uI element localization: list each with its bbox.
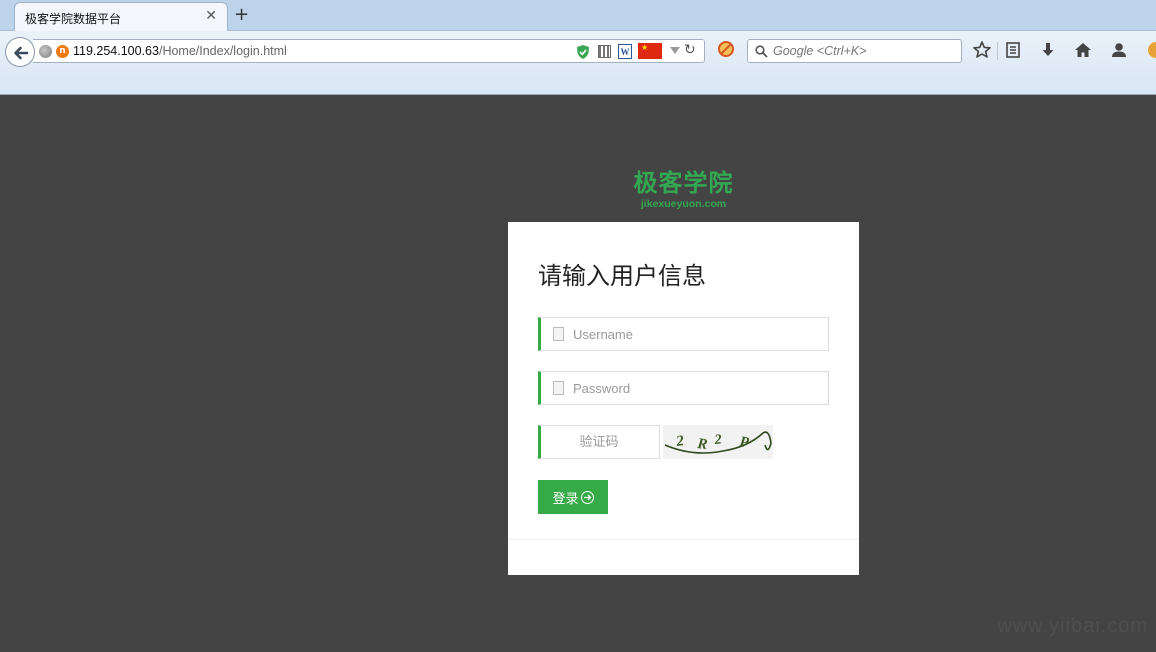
lock-field-icon [553, 381, 564, 395]
search-icon [755, 45, 768, 58]
shield-icon[interactable] [576, 44, 590, 64]
download-icon[interactable] [1038, 40, 1060, 62]
bookmark-star-icon[interactable] [972, 40, 994, 62]
arrow-right-circle-icon [580, 490, 594, 504]
nav-toolbar: n 119.254.100.63/Home/Index/login.html W… [0, 31, 1156, 95]
svg-text:R: R [696, 436, 709, 453]
url-bar[interactable]: n 119.254.100.63/Home/Index/login.html W… [33, 39, 705, 63]
reload-icon[interactable]: ↻ [684, 42, 696, 58]
site-icon: n [56, 45, 69, 58]
username-input[interactable] [573, 324, 818, 344]
user-field-icon [553, 327, 564, 341]
password-field[interactable] [538, 371, 829, 405]
url-host: 119.254.100.63 [73, 44, 159, 58]
panel-divider [508, 539, 859, 540]
svg-text:2: 2 [713, 432, 722, 448]
browser-tab[interactable]: 极客学院数据平台 ✕ [14, 2, 228, 32]
password-input[interactable] [573, 378, 818, 398]
tab-title: 极客学院数据平台 [25, 12, 122, 26]
logo-domain: jikexueyuon.com [640, 198, 727, 210]
logo-name: 极客学院 [633, 169, 734, 197]
reading-list-icon[interactable] [1003, 40, 1025, 62]
url-text[interactable]: 119.254.100.63/Home/Index/login.html [73, 44, 287, 58]
captcha-image[interactable]: 2 R 2 P [663, 425, 773, 459]
login-button[interactable]: 登录 [538, 480, 608, 514]
china-flag-icon[interactable]: ★ [638, 43, 662, 59]
back-button[interactable] [5, 37, 35, 67]
search-input[interactable] [773, 42, 953, 60]
word-icon[interactable]: W [618, 44, 632, 59]
username-field[interactable] [538, 317, 829, 351]
adblock-icon[interactable] [718, 41, 734, 57]
search-bar[interactable] [747, 39, 962, 63]
close-tab-icon[interactable]: ✕ [205, 8, 217, 24]
login-title: 请输入用户信息 [538, 262, 706, 290]
user-icon[interactable] [1109, 40, 1131, 62]
globe-icon [39, 45, 52, 58]
watermark: www.yiibai.com [997, 615, 1148, 637]
new-tab-button[interactable]: + [234, 4, 249, 26]
toolbar-separator [997, 42, 998, 60]
url-path: /Home/Index/login.html [158, 44, 287, 58]
svg-text:2: 2 [674, 433, 685, 450]
addon-icon[interactable] [1146, 40, 1156, 62]
back-icon [14, 46, 29, 60]
captcha-input[interactable] [549, 432, 649, 452]
qr-code-icon[interactable] [598, 45, 611, 58]
login-panel: 请输入用户信息 2 R 2 P 登录 [508, 222, 859, 575]
brand-logo: 极客学院 jikexueyuon.com [631, 168, 736, 210]
home-icon[interactable] [1073, 40, 1095, 62]
login-button-label: 登录 [552, 491, 579, 507]
captcha-field[interactable] [538, 425, 660, 459]
tab-strip: 极客学院数据平台 ✕ + [0, 0, 1156, 32]
dropdown-icon[interactable] [670, 47, 680, 54]
